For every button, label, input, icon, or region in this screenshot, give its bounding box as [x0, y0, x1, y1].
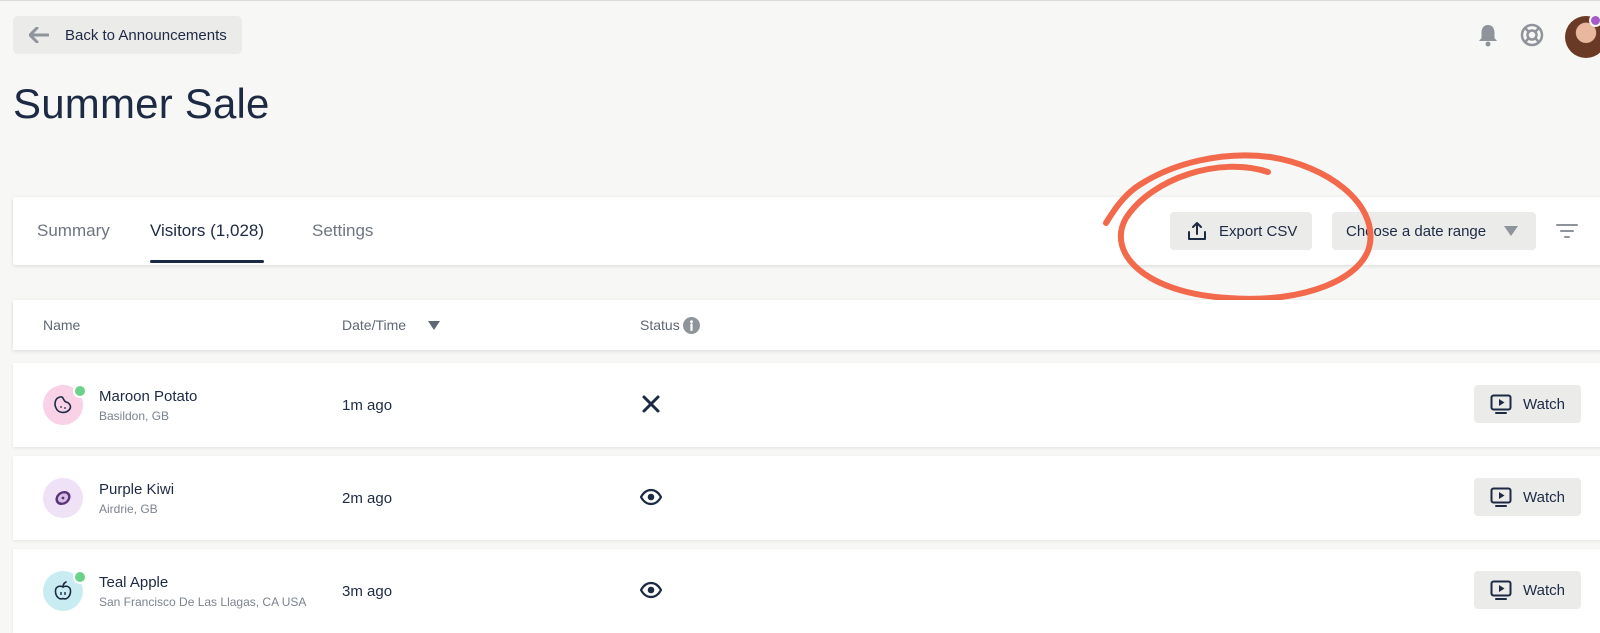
tab-summary[interactable]: Summary	[37, 197, 110, 265]
online-indicator	[73, 570, 87, 584]
visitor-name[interactable]: Purple Kiwi	[99, 481, 174, 498]
date-range-select[interactable]: Choose a date range	[1332, 212, 1536, 250]
visitor-location: Airdrie, GB	[99, 502, 158, 516]
help-lifebuoy-icon[interactable]	[1520, 23, 1544, 47]
back-button-label: Back to Announcements	[65, 26, 227, 44]
bell-icon[interactable]	[1477, 23, 1499, 47]
export-csv-label: Export CSV	[1219, 222, 1298, 240]
visitor-location: Basildon, GB	[99, 409, 170, 423]
column-header-date[interactable]: Date/Time	[342, 300, 441, 350]
column-header-status: Status	[640, 300, 700, 350]
tab-settings[interactable]: Settings	[312, 197, 373, 265]
play-screen-icon	[1490, 394, 1512, 414]
apple-icon	[54, 581, 72, 600]
potato-icon	[54, 396, 72, 414]
table-header: Name Date/Time Status	[13, 300, 1600, 350]
info-icon[interactable]	[682, 316, 700, 334]
close-x-icon	[642, 395, 660, 413]
table-row[interactable]: Teal Apple San Francisco De Las Llagas, …	[13, 549, 1600, 633]
visitor-location: San Francisco De Las Llagas, CA USA	[99, 595, 307, 609]
watch-label: Watch	[1523, 488, 1565, 506]
watch-button[interactable]: Watch	[1474, 478, 1581, 516]
watch-button[interactable]: Watch	[1474, 571, 1581, 609]
page-title: Summer Sale	[13, 80, 270, 127]
upload-icon	[1188, 222, 1206, 240]
sort-desc-icon[interactable]	[428, 320, 441, 330]
visitor-name[interactable]: Teal Apple	[99, 574, 168, 591]
tab-visitors[interactable]: Visitors (1,028)	[150, 197, 265, 265]
watch-button[interactable]: Watch	[1474, 385, 1581, 423]
kiwi-icon	[55, 490, 71, 506]
date-range-label: Choose a date range	[1346, 222, 1487, 240]
back-to-announcements-button[interactable]: Back to Announcements	[13, 16, 242, 54]
arrow-left-icon	[29, 27, 49, 43]
play-screen-icon	[1490, 580, 1512, 600]
column-header-status-label: Status	[640, 317, 680, 333]
online-indicator	[73, 384, 87, 398]
visitor-name[interactable]: Maroon Potato	[99, 388, 197, 405]
filter-icon[interactable]	[1556, 223, 1578, 239]
export-csv-button[interactable]: Export CSV	[1170, 212, 1312, 250]
play-screen-icon	[1490, 487, 1512, 507]
visit-time: 2m ago	[342, 490, 393, 507]
visit-time: 3m ago	[342, 583, 393, 600]
table-row[interactable]: Maroon Potato Basildon, GB 1m ago Watch	[13, 363, 1600, 447]
eye-icon	[640, 488, 662, 506]
column-header-name[interactable]: Name	[43, 300, 80, 350]
watch-label: Watch	[1523, 581, 1565, 599]
watch-label: Watch	[1523, 395, 1565, 413]
column-header-date-label: Date/Time	[342, 317, 407, 333]
avatar-status-dot	[1589, 14, 1600, 27]
visitor-avatar	[43, 478, 83, 518]
caret-down-icon	[1504, 226, 1518, 236]
top-border	[0, 0, 1600, 1]
visit-time: 1m ago	[342, 397, 393, 414]
eye-icon	[640, 581, 662, 599]
table-row[interactable]: Purple Kiwi Airdrie, GB 2m ago Watch	[13, 456, 1600, 540]
